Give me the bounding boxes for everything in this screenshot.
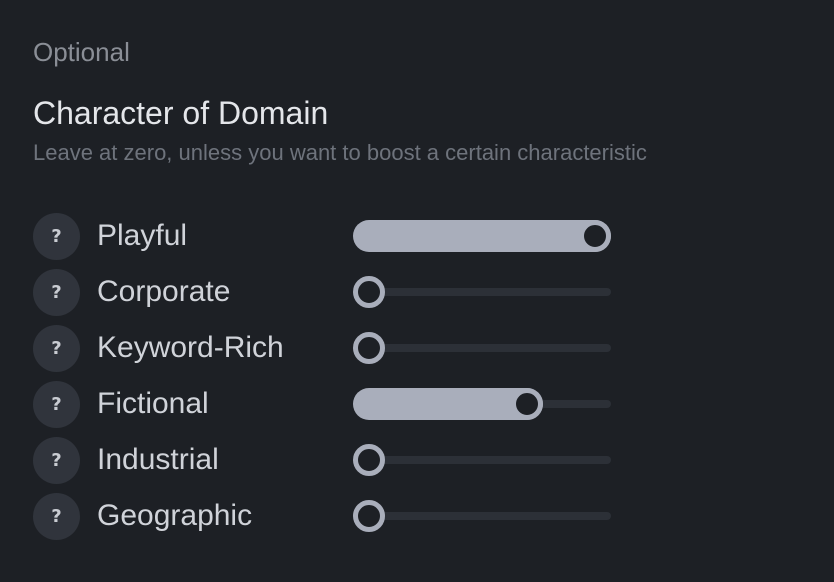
question-mark-icon: ? (51, 338, 62, 359)
slider-track (353, 512, 611, 520)
question-mark-icon: ? (51, 394, 62, 415)
section-label: Optional (33, 37, 130, 67)
slider-track (353, 456, 611, 464)
characteristic-label: Keyword-Rich (97, 331, 284, 364)
help-icon[interactable]: ? (33, 325, 80, 372)
slider-thumb[interactable] (353, 332, 385, 364)
help-icon[interactable]: ? (33, 381, 80, 428)
characteristic-label: Geographic (97, 499, 253, 532)
slider-thumb[interactable] (353, 444, 385, 476)
slider-thumb[interactable] (353, 500, 385, 532)
characteristic-row-industrial: ? Industrial (33, 432, 733, 488)
geographic-slider[interactable] (353, 500, 611, 532)
characteristic-label: Playful (97, 219, 188, 252)
slider-thumb[interactable] (511, 388, 544, 420)
characteristic-row-corporate: ? Corporate (33, 264, 733, 320)
help-icon[interactable]: ? (33, 269, 80, 316)
help-icon[interactable]: ? (33, 213, 80, 260)
characteristic-label: Industrial (97, 443, 219, 476)
characteristic-label: Corporate (97, 275, 231, 308)
slider-thumb[interactable] (353, 276, 385, 308)
question-mark-icon: ? (51, 282, 62, 303)
question-mark-icon: ? (51, 226, 62, 247)
section-title: Character of Domain (33, 95, 329, 131)
characteristic-row-fictional: ? Fictional (33, 376, 733, 432)
slider-fill (353, 220, 611, 252)
slider-thumb[interactable] (579, 220, 611, 252)
help-icon[interactable]: ? (33, 493, 80, 540)
industrial-slider[interactable] (353, 444, 611, 476)
section-description: Leave at zero, unless you want to boost … (33, 140, 647, 165)
characteristic-row-geographic: ? Geographic (33, 488, 733, 544)
characteristic-label: Fictional (97, 387, 209, 420)
corporate-slider[interactable] (353, 276, 611, 308)
playful-slider[interactable] (353, 220, 611, 252)
question-mark-icon: ? (51, 450, 62, 471)
help-icon[interactable]: ? (33, 437, 80, 484)
slider-track (353, 288, 611, 296)
characteristic-row-playful: ? Playful (33, 208, 733, 264)
keyword-rich-slider[interactable] (353, 332, 611, 364)
characteristic-list: ? Playful ? Corporate ? Keyword-Rich ? F… (33, 208, 733, 544)
characteristic-row-keyword-rich: ? Keyword-Rich (33, 320, 733, 376)
slider-track (353, 344, 611, 352)
fictional-slider[interactable] (353, 388, 611, 420)
question-mark-icon: ? (51, 506, 62, 527)
